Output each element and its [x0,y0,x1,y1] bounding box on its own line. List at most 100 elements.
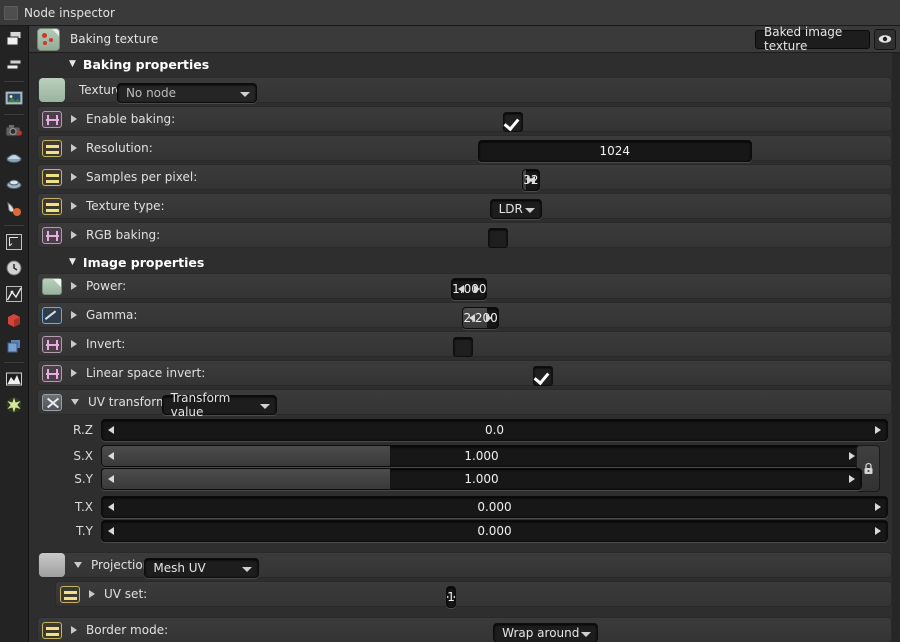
row-rgb-baking: RGB baking: [37,222,892,248]
invert-checkbox[interactable] [453,337,474,357]
expand-arrow-icon[interactable] [71,202,77,210]
uvrow-tx: T.X 0.000 [37,496,892,518]
expand-arrow-icon[interactable] [71,369,77,377]
toolbar-material-button[interactable] [0,170,28,196]
expand-arrow-icon[interactable] [71,231,77,239]
expand-arrow-icon[interactable] [71,282,77,290]
toolbar-light-button[interactable] [0,392,28,418]
baking-texture-icon [37,27,60,51]
uv-transform-label: UV transform [88,395,168,409]
expand-arrow-icon[interactable] [71,115,77,123]
toolbar-texture-button[interactable] [0,281,28,307]
toolbar-clock-button[interactable] [0,255,28,281]
linear-space-invert-checkbox[interactable] [533,366,554,386]
caret-down-icon[interactable] [71,399,79,405]
uv-transform-mode-dropdown[interactable]: Transform value [161,391,277,419]
rgb-baking-checkbox[interactable] [488,228,509,248]
arrow-left-icon[interactable] [108,527,114,535]
toolbar-paint-button[interactable] [0,196,28,222]
tx-slider[interactable]: 0.000 [101,496,888,518]
texture-node-dropdown[interactable]: No node [116,83,257,103]
enum-parameter-icon [42,197,62,215]
uvrow-sy: S.Y 1.000 [37,468,892,490]
samples-slider[interactable]: 32 [522,169,540,191]
toolbar-camera-button[interactable] [0,118,28,144]
window-menu-icon[interactable] [4,5,18,20]
texture-icon [6,286,22,302]
projection-mode-dropdown[interactable]: Mesh UV [144,558,260,578]
toolbar-image-button[interactable] [0,85,28,111]
uvrow-rz: R.Z 0.0 [37,419,892,441]
enum-parameter-icon [42,621,62,639]
gamma-slider[interactable]: 2.200 [462,307,499,329]
section-header-baking[interactable]: ▼ Baking properties [29,53,900,75]
arrow-right-icon[interactable] [447,593,449,601]
arrow-right-icon[interactable] [875,503,881,511]
light-icon [6,397,22,413]
border-mode-dropdown[interactable]: Wrap around [493,623,599,642]
curve-parameter-icon [42,306,62,324]
ty-slider[interactable]: 0.000 [101,520,888,542]
toolbar-frame-button[interactable] [0,229,28,255]
arrow-right-icon[interactable] [875,426,881,434]
chevron-down-icon [242,567,253,572]
sx-slider[interactable]: 1.000 [101,445,862,467]
paint-icon [7,202,21,216]
histogram-icon [6,372,22,386]
toolbar-histogram-button[interactable] [0,366,28,392]
expand-arrow-icon[interactable] [71,144,77,152]
expand-arrow-icon[interactable] [71,626,77,634]
rgb-baking-label: RGB baking: [86,228,161,242]
arrow-right-icon[interactable] [526,176,533,184]
arrow-left-icon[interactable] [469,314,476,322]
bool-parameter-icon [42,110,62,128]
section-header-image[interactable]: ▼ Image properties [29,251,900,273]
arrow-right-icon[interactable] [474,285,481,293]
preview-toggle-button[interactable] [874,28,896,50]
row-power: Power: 1.000 [37,273,892,300]
expand-arrow-icon[interactable] [71,173,77,181]
toolbar-red-cube-button[interactable] [0,307,28,333]
arrow-left-icon[interactable] [458,285,465,293]
panel-scrollbar[interactable] [892,53,900,642]
arrow-left-icon[interactable] [108,503,114,511]
arrow-left-icon[interactable] [108,452,114,460]
rz-label: R.Z [73,423,93,437]
border-mode-value: Wrap around [502,626,580,640]
arrow-left-icon[interactable] [108,475,114,483]
arrow-right-icon[interactable] [849,475,855,483]
rz-slider[interactable]: 0.0 [101,419,888,441]
arrow-right-icon[interactable] [875,527,881,535]
window-title: Node inspector [24,5,115,20]
node-type-dropdown[interactable]: Baked image texture [755,25,870,53]
uv-set-slider[interactable]: 1 [446,586,456,608]
power-label: Power: [86,279,127,293]
ty-value: 0.000 [477,524,512,538]
expand-arrow-icon[interactable] [71,340,77,348]
texture-color-swatch[interactable] [39,78,65,102]
toolbar-layers-button[interactable] [0,26,28,52]
toolbar-blue-cubes-button[interactable] [0,333,28,359]
float-parameter-icon [42,277,62,295]
sy-slider[interactable]: 1.000 [101,468,862,490]
arrow-left-icon[interactable] [108,426,114,434]
toolbar-stack-button[interactable] [0,52,28,78]
projection-swatch[interactable] [39,553,65,577]
expand-arrow-icon[interactable] [89,590,95,598]
texture-type-dropdown[interactable]: LDR [489,199,542,219]
uv-transform-icon [42,393,62,411]
power-slider[interactable]: 1.000 [451,278,488,300]
caret-down-icon[interactable] [74,562,82,568]
arrow-right-icon[interactable] [849,452,855,460]
toolbar-environment-button[interactable] [0,144,28,170]
resolution-width-field[interactable]: 1024 [477,140,752,162]
section-title-baking: Baking properties [82,56,210,72]
arrow-right-icon[interactable] [485,314,492,322]
expand-arrow-icon[interactable] [71,311,77,319]
uv-transform-mode-value: Transform value [170,391,231,419]
camera-icon [5,125,22,137]
arrow-left-icon[interactable] [453,593,455,601]
window-titlebar: Node inspector [0,0,900,26]
environment-icon [6,154,22,163]
enable-baking-checkbox[interactable] [503,112,524,132]
